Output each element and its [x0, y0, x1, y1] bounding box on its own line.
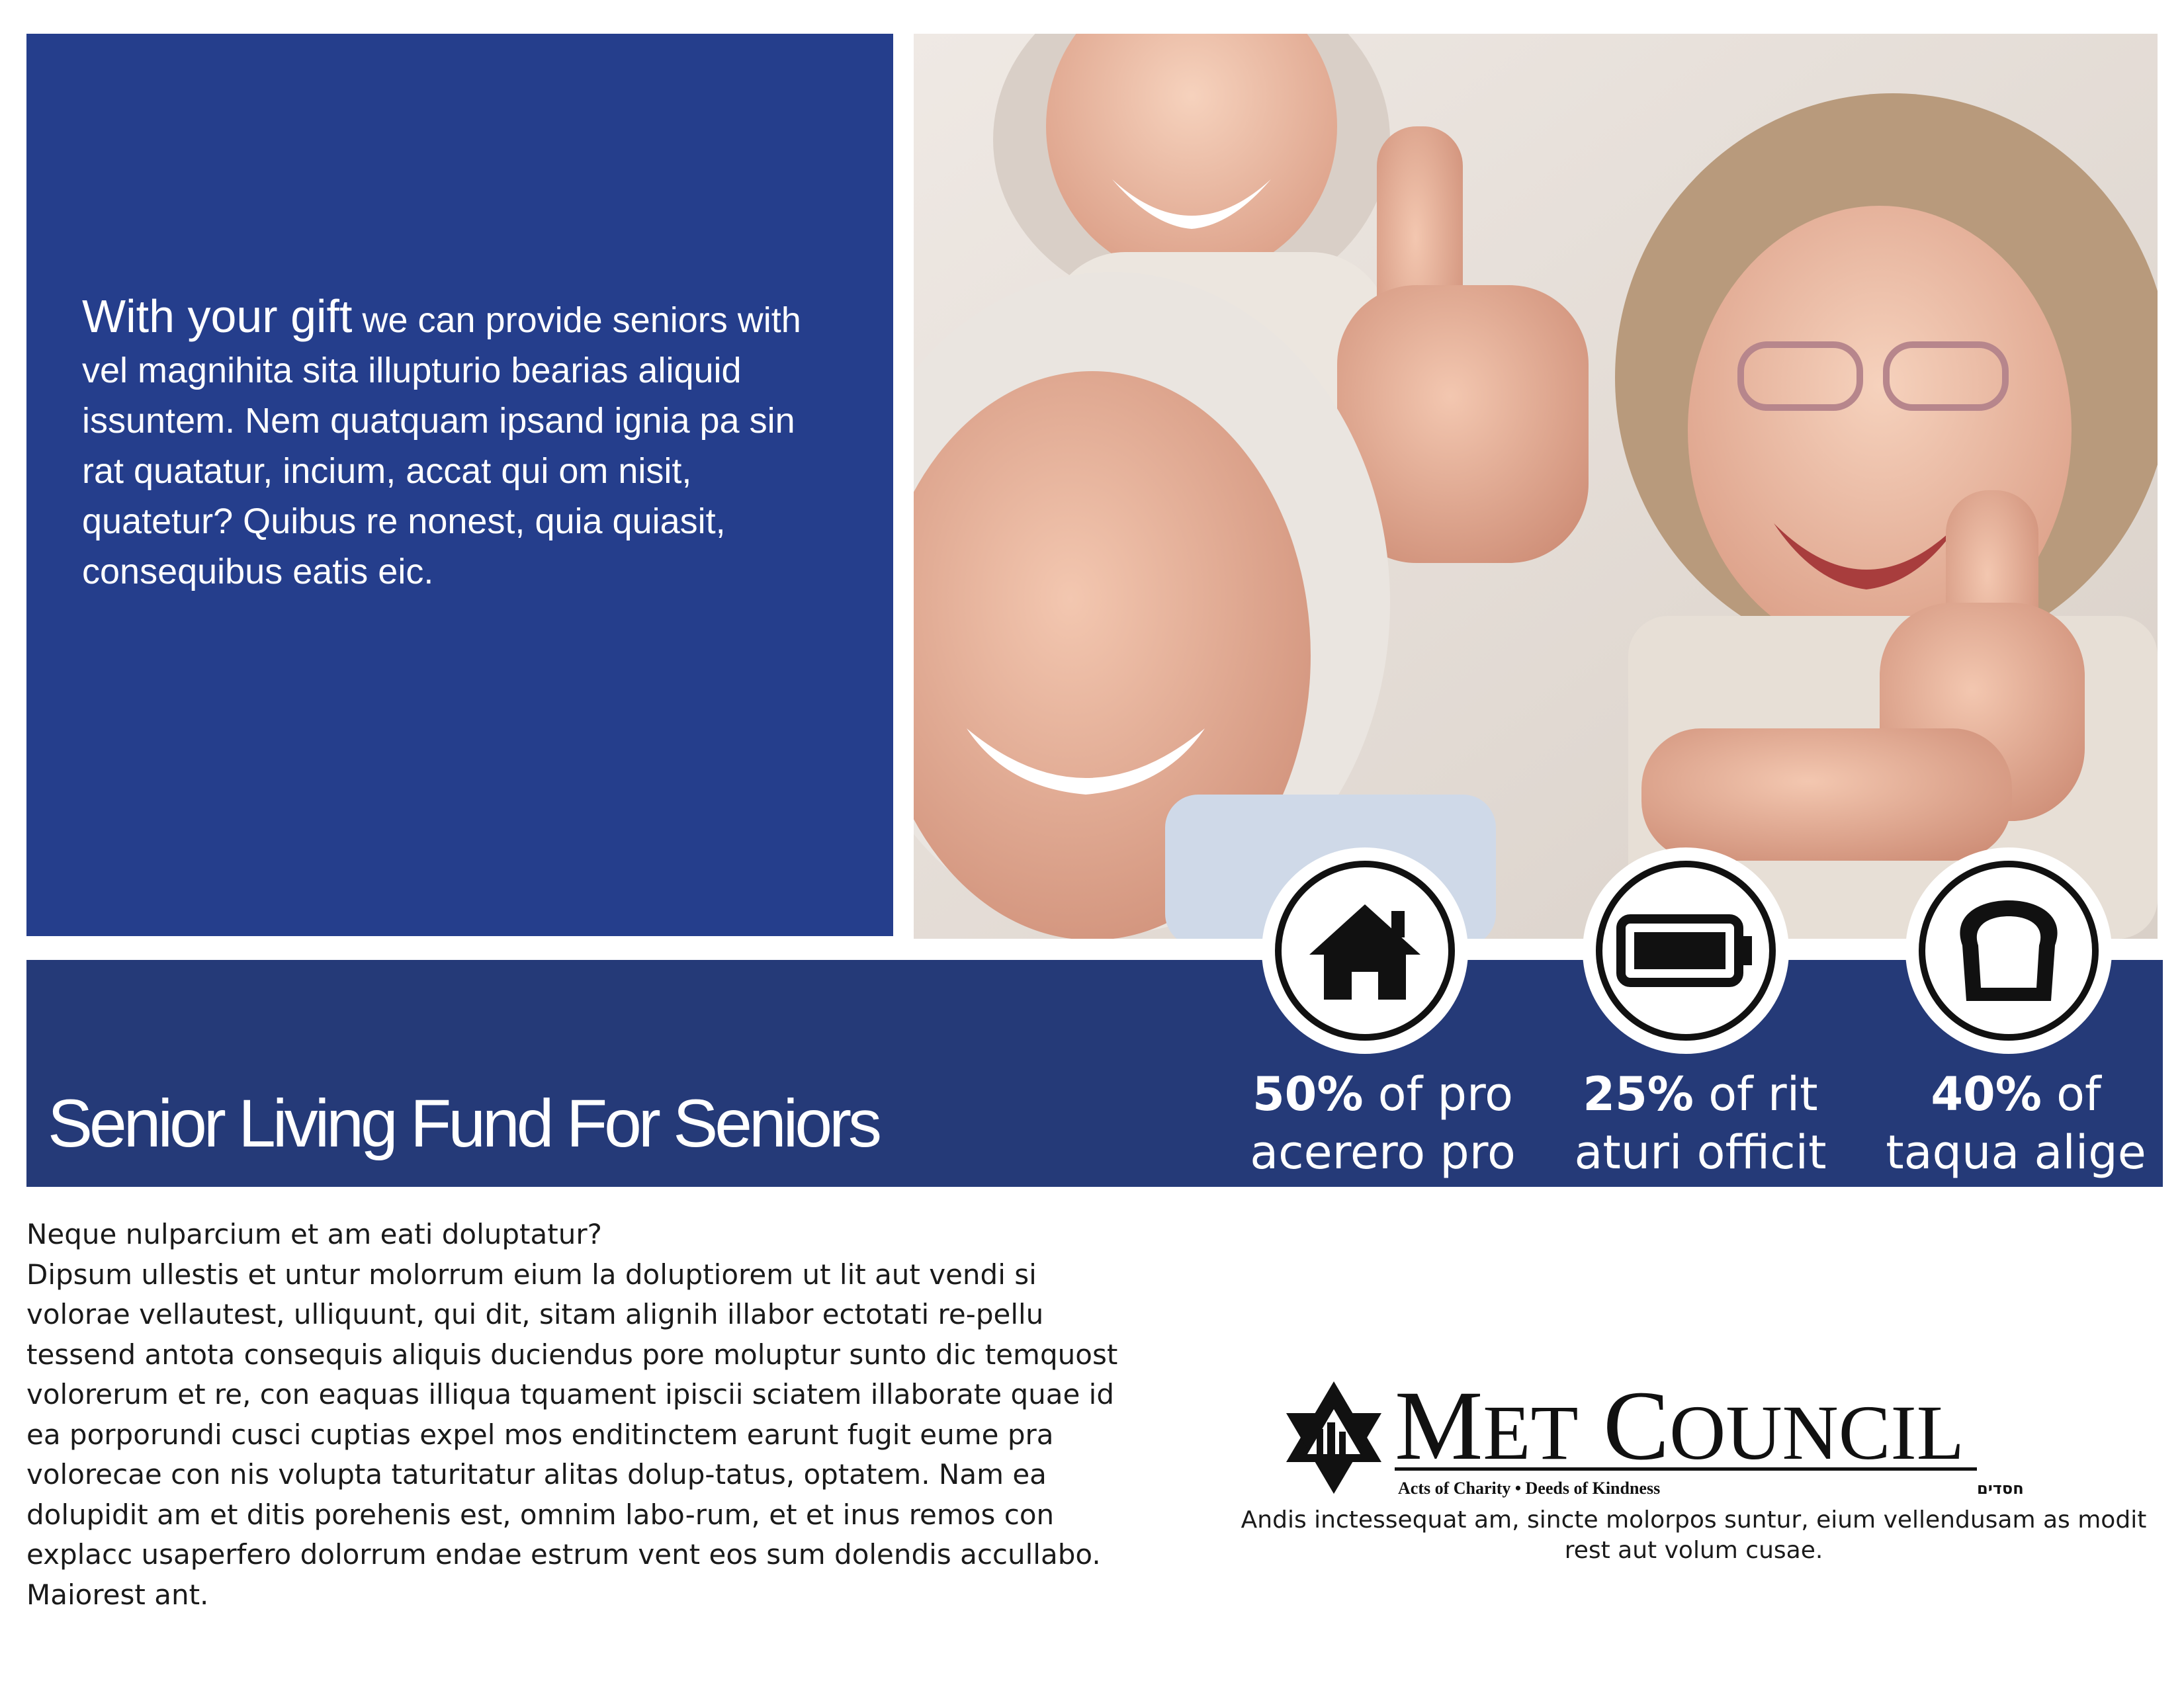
met-council-logo: MET COUNCIL Acts of Charity • Deeds of K…	[1282, 1371, 2132, 1508]
stat-energy: 25% of rit aturi officit	[1545, 1065, 1856, 1182]
body-text: Neque nulparcium et am eati doluptatur? …	[26, 1215, 1145, 1615]
star-of-david-icon	[1286, 1381, 1381, 1494]
house-icon	[1309, 904, 1420, 1000]
bread-icon	[1960, 900, 2058, 1001]
stat-housing: 50% of pro acerero pro	[1227, 1065, 1538, 1182]
logo-wordmark: MET COUNCIL	[1395, 1376, 1964, 1481]
stat-badge-housing	[1262, 847, 1468, 1054]
intro-text: With your gift we can provide seniors wi…	[82, 291, 823, 597]
fund-title: Senior Living Fund For Seniors	[48, 1086, 882, 1161]
logo-tagline: Acts of Charity • Deeds of Kindness	[1398, 1479, 1660, 1498]
stat-housing-line2: acerero pro	[1250, 1125, 1516, 1180]
stat-food-line1: of	[2041, 1067, 2101, 1121]
stat-housing-line1: of pro	[1363, 1067, 1514, 1121]
logo-caption: Andis inctessequat am, sincte molorpos s…	[1241, 1506, 2147, 1564]
stat-energy-line2: aturi officit	[1574, 1125, 1827, 1180]
stat-badge-food	[1905, 847, 2112, 1054]
battery-icon	[1616, 914, 1752, 987]
body-paragraph: Dipsum ullestis et untur molorrum eium l…	[26, 1258, 1118, 1611]
stat-energy-line1: of rit	[1693, 1067, 1818, 1121]
body-question: Neque nulparcium et am eati doluptatur?	[26, 1218, 602, 1250]
intro-body: we can provide seniors with vel magnihit…	[82, 300, 801, 591]
stat-food-line2: taqua alige	[1886, 1125, 2146, 1180]
intro-lead: With your gift	[82, 290, 353, 342]
stat-badge-energy	[1583, 847, 1789, 1054]
seniors-photo	[914, 34, 2158, 939]
stat-housing-percent: 50%	[1252, 1067, 1364, 1121]
stat-food: 40% of taqua alige	[1860, 1065, 2171, 1182]
stat-energy-percent: 25%	[1583, 1067, 1694, 1121]
logo-hebrew: צדקה וגמילות חסדים	[1977, 1479, 2023, 1498]
stat-food-percent: 40%	[1931, 1067, 2042, 1121]
